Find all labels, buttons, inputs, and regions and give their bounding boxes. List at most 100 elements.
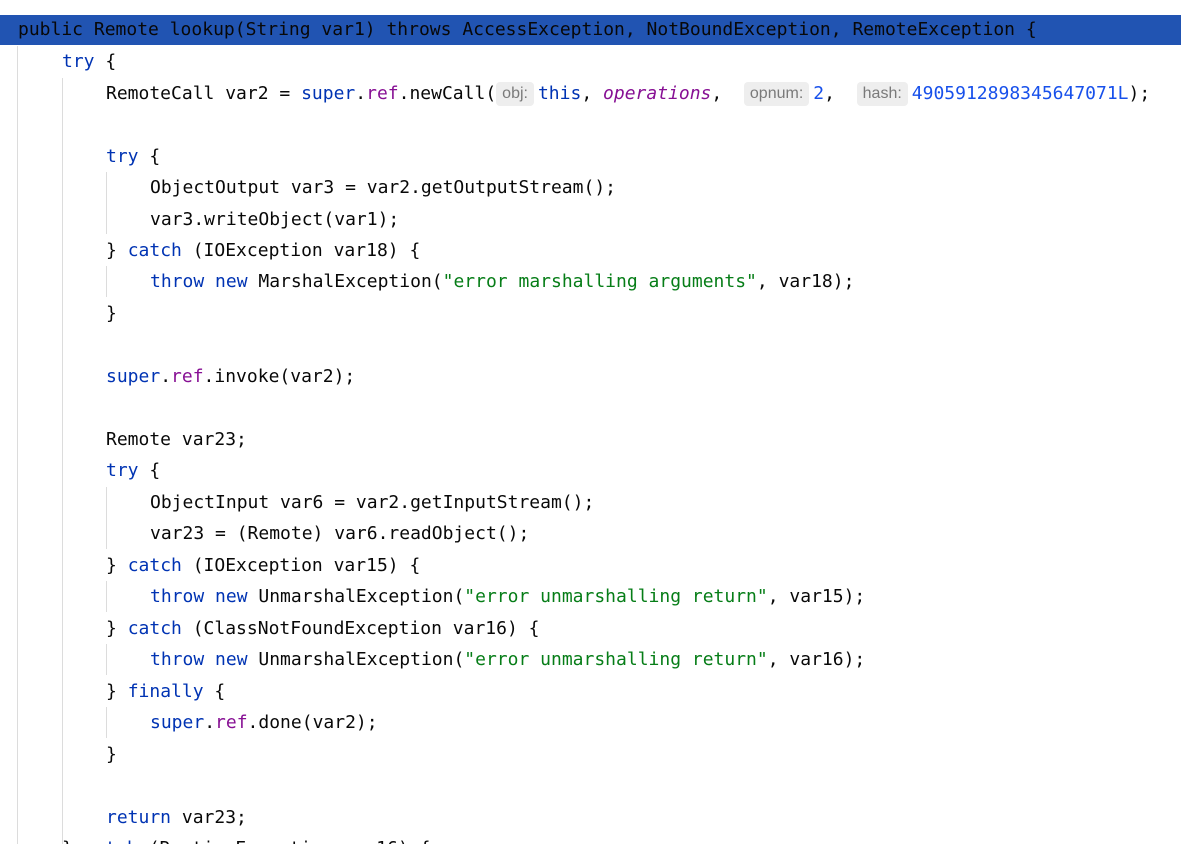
keyword-token: catch [127,555,182,576]
code-text: MarshalException( [247,271,443,292]
keyword-token: catch [127,618,182,639]
code-line[interactable]: } [0,298,1181,329]
code-tokens: public Remote lookup(String var1) throws… [18,15,1037,45]
keyword-token: super [301,83,356,104]
code-line[interactable]: var23 = (Remote) var6.readObject(); [0,518,1181,549]
keyword-token: new [215,271,248,292]
code-text: ); [1128,83,1151,104]
field-token: ref [215,712,248,733]
code-tokens: } catch (ClassNotFoundException var16) { [106,613,540,644]
code-editor[interactable]: public Remote lookup(String var1) throws… [0,0,1181,844]
code-tokens: } catch (IOException var18) { [106,235,420,266]
field-token: operations [603,83,712,104]
code-line[interactable]: throw new UnmarshalException("error unma… [0,644,1181,675]
code-tokens: throw new UnmarshalException("error unma… [150,581,865,612]
code-line[interactable]: } catch (IOException var18) { [0,235,1181,266]
code-tokens: RemoteCall var2 = super.ref.newCall(obj:… [106,78,1150,109]
code-line[interactable] [0,770,1181,801]
code-tokens: ObjectInput var6 = var2.getInputStream()… [150,487,594,518]
code-tokens: try { [106,141,160,172]
keyword-token: throw [150,586,205,607]
code-text: var3.writeObject(var1); [150,209,400,230]
code-text: , [824,83,857,104]
keyword-token: throw [150,649,205,670]
keyword-token: return [106,807,172,828]
code-tokens: var3.writeObject(var1); [150,204,399,235]
keyword-token: super [150,712,205,733]
keyword-token: new [215,586,248,607]
code-line[interactable]: RemoteCall var2 = super.ref.newCall(obj:… [0,78,1181,109]
code-tokens: } finally { [106,676,225,707]
code-text: , [711,83,744,104]
parameter-hint: hash: [856,82,908,106]
code-line[interactable]: super.ref.invoke(var2); [0,361,1181,392]
code-text: } [106,303,117,324]
code-line[interactable]: super.ref.done(var2); [0,707,1181,738]
code-tokens: var23 = (Remote) var6.readObject(); [150,518,529,549]
code-tokens: try { [62,46,116,77]
field-token: ref [171,366,204,387]
keyword-token: this [537,83,582,104]
field-token: ref [366,83,399,104]
code-text: . [355,83,367,104]
code-line[interactable] [0,109,1181,140]
code-line[interactable]: throw new MarshalException("error marsha… [0,266,1181,297]
code-line[interactable]: } finally { [0,676,1181,707]
code-text: . [204,712,216,733]
code-line[interactable]: try { [0,46,1181,77]
code-tokens: super.ref.done(var2); [150,707,378,738]
code-text: } [106,681,128,702]
code-text: .invoke(var2); [203,366,356,387]
code-tokens: throw new UnmarshalException("error unma… [150,644,865,675]
code-text: } [106,240,128,261]
code-text: . [160,366,172,387]
code-text: { [138,146,161,167]
code-tokens: } [106,739,117,770]
string-literal: "error unmarshalling return" [464,649,768,670]
code-tokens: } catch (IOException var15) { [106,550,420,581]
code-line[interactable]: Remote var23; [0,424,1181,455]
code-line[interactable]: ObjectInput var6 = var2.getInputStream()… [0,487,1181,518]
keyword-token: try [62,51,95,72]
keyword-token: finally [127,681,204,702]
keyword-token: throw [150,271,205,292]
code-text: } [62,838,84,844]
code-line[interactable]: throw new UnmarshalException("error unma… [0,581,1181,612]
keyword-token: catch [127,240,182,261]
code-line[interactable]: try { [0,455,1181,486]
keyword-token: try [106,460,139,481]
code-text: Remote var23; [106,429,247,450]
code-text: { [94,51,117,72]
number-literal: 2 [813,83,825,104]
code-text: .newCall( [398,83,497,104]
code-line-partial[interactable]: } catch (RuntimeException var16) { [0,833,1181,844]
code-line[interactable]: ObjectOutput var3 = var2.getOutputStream… [0,172,1181,203]
code-tokens: ObjectOutput var3 = var2.getOutputStream… [150,172,616,203]
code-line[interactable]: } [0,739,1181,770]
code-text: { [203,681,226,702]
code-line[interactable]: return var23; [0,802,1181,833]
code-line[interactable]: } catch (IOException var15) { [0,550,1181,581]
code-text: , var18); [756,271,855,292]
code-tokens: try { [106,455,160,486]
code-line[interactable]: var3.writeObject(var1); [0,204,1181,235]
code-line[interactable]: } catch (ClassNotFoundException var16) { [0,613,1181,644]
code-line[interactable]: try { [0,141,1181,172]
code-text: { [138,460,161,481]
code-tokens: return var23; [106,802,247,833]
code-line[interactable] [0,392,1181,423]
code-text: UnmarshalException( [247,586,465,607]
code-text: , var16); [767,649,866,670]
code-line[interactable] [0,329,1181,360]
code-text: (RuntimeException var16) { [138,838,431,844]
code-text: var23; [171,807,247,828]
code-text: ObjectOutput var3 = var2.getOutputStream… [150,177,616,198]
string-literal: "error marshalling arguments" [442,271,757,292]
code-text: .done(var2); [247,712,378,733]
code-text: , [581,83,604,104]
code-text: } [106,618,128,639]
code-line-method-signature[interactable]: public Remote lookup(String var1) throws… [0,15,1181,45]
code-text: (IOException var18) { [181,240,421,261]
